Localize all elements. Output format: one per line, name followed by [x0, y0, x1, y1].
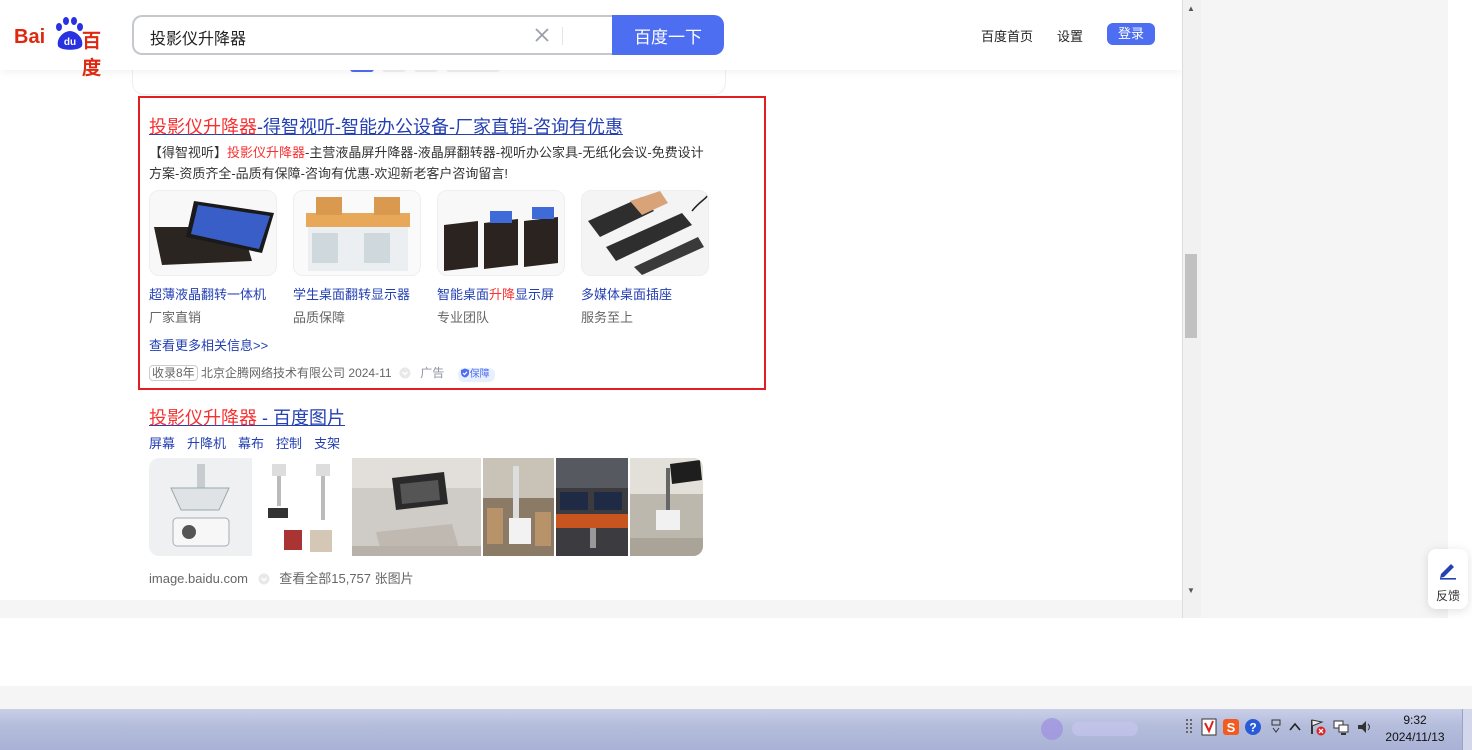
desc-keyword: 投影仪升降器 [227, 145, 306, 160]
image-tag[interactable]: 屏幕 [149, 436, 175, 451]
info-icon[interactable] [399, 367, 411, 379]
product-name-keyword: 升降 [489, 287, 516, 302]
product-sub: 服务至上 [581, 310, 634, 325]
desc-prefix: 【得智视听】 [149, 145, 228, 160]
network-icon[interactable] [1332, 718, 1350, 736]
results-viewport: Bai du 百度 百度一下 百度首页 设置 登录 投影仪升降器-得智视听-智能… [0, 0, 1182, 600]
search-box [132, 15, 612, 55]
scroll-down-icon[interactable]: ▼ [1187, 586, 1195, 595]
product-name[interactable]: 智能桌面升降显示屏 [437, 284, 565, 303]
company-name[interactable]: 北京企腾网络技术有限公司 [201, 366, 345, 380]
ad-meta-line: 收录8年 北京企腾网络技术有限公司 2024-11 广告 保障 [149, 364, 495, 382]
product-sub: 厂家直销 [149, 310, 202, 325]
nav-settings-link[interactable]: 设置 [1057, 26, 1083, 45]
image-thumb[interactable] [630, 458, 703, 556]
product-sub: 专业团队 [437, 310, 490, 325]
image-thumb[interactable] [483, 458, 554, 556]
image-tag[interactable]: 幕布 [238, 436, 264, 451]
action-center-icon[interactable] [1308, 718, 1326, 736]
taskbar-clock[interactable]: 9:32 2024/11/13 [1382, 712, 1448, 746]
title-keyword: 投影仪升降器 [149, 117, 257, 137]
title-rest: - 百度图片 [257, 408, 345, 428]
product-image[interactable] [581, 190, 709, 276]
image-source-line: image.baidu.com 查看全部15,757 张图片 [149, 568, 414, 587]
taskbar-app-blur-icon[interactable] [1040, 714, 1150, 744]
image-tag-list: 屏幕 升降机 幕布 控制 支架 [149, 433, 352, 452]
show-desktop-button[interactable] [1462, 709, 1472, 750]
image-result-title[interactable]: 投影仪升降器 - 百度图片 [149, 404, 345, 430]
product-sub: 品质保障 [293, 310, 346, 325]
product-card[interactable]: 学生桌面翻转显示器 品质保障 [293, 190, 421, 326]
title-keyword: 投影仪升降器 [149, 408, 257, 428]
search-button[interactable]: 百度一下 [612, 15, 724, 55]
ad-date: 2024-11 [348, 366, 392, 380]
guarantee-badge[interactable]: 保障 [457, 368, 495, 382]
baidu-logo[interactable]: Bai du 百度 [14, 16, 118, 79]
ad-result-title[interactable]: 投影仪升降器-得智视听-智能办公设备-厂家直销-咨询有优惠 [149, 113, 623, 139]
clock-time: 9:32 [1403, 713, 1427, 727]
image-strip [149, 458, 703, 556]
ad-label: 广告 [420, 366, 445, 380]
clear-icon[interactable] [532, 25, 552, 45]
pin-icon[interactable] [1266, 718, 1284, 736]
page-scrollbar[interactable]: ▲ ▼ [1182, 0, 1201, 618]
page-bottom-area [0, 618, 1448, 686]
product-image[interactable] [293, 190, 421, 276]
logo-du-text: du [64, 37, 76, 48]
sogou-ime-icon[interactable]: S [1222, 718, 1240, 736]
image-thumb[interactable] [149, 458, 252, 556]
feedback-button[interactable]: 反馈 [1428, 549, 1468, 609]
more-info-link[interactable]: 查看更多相关信息>> [149, 335, 268, 354]
info-icon[interactable] [258, 573, 270, 585]
product-name-post: 显示屏 [515, 287, 555, 302]
help-icon[interactable]: ? [1244, 718, 1262, 736]
login-button[interactable]: 登录 [1107, 23, 1155, 45]
image-source-domain[interactable]: image.baidu.com [149, 571, 248, 586]
image-thumb[interactable] [556, 458, 628, 556]
product-image[interactable] [149, 190, 277, 276]
scroll-thumb[interactable] [1185, 254, 1197, 338]
image-thumb[interactable] [352, 458, 481, 556]
show-hidden-icons[interactable] [1286, 718, 1304, 736]
top-header: Bai du 百度 百度一下 百度首页 设置 登录 [0, 0, 1182, 79]
scroll-up-icon[interactable]: ▲ [1187, 4, 1195, 13]
product-name[interactable]: 超薄液晶翻转一体机 [149, 284, 277, 303]
svg-text:S: S [1227, 720, 1236, 735]
product-card[interactable]: 超薄液晶翻转一体机 厂家直销 [149, 190, 277, 326]
nav-home-link[interactable]: 百度首页 [981, 26, 1033, 45]
product-name[interactable]: 学生桌面翻转显示器 [293, 284, 421, 303]
indexed-badge: 收录8年 [149, 365, 198, 381]
clock-date: 2024/11/13 [1385, 730, 1445, 744]
title-rest: -得智视听-智能办公设备-厂家直销-咨询有优惠 [257, 117, 623, 137]
product-image[interactable] [437, 190, 565, 276]
edit-icon [1440, 564, 1456, 580]
shield-check-icon [460, 368, 469, 378]
view-all-images-link[interactable]: 查看全部15,757 张图片 [279, 571, 413, 586]
logo-text-right: 百度 [82, 31, 102, 79]
notepad-icon[interactable] [1200, 718, 1218, 736]
product-name-pre: 智能桌面 [437, 287, 490, 302]
product-name[interactable]: 多媒体桌面插座 [581, 284, 709, 303]
paw-icon: du [56, 17, 83, 50]
image-thumb[interactable] [254, 458, 350, 556]
search-input[interactable] [148, 25, 512, 49]
product-card[interactable]: 多媒体桌面插座 服务至上 [581, 190, 709, 326]
ad-result-description: 【得智视听】投影仪升降器-主营液晶屏升降器-液晶屏翻转器-视听办公家具-无纸化会… [149, 142, 709, 184]
search-divider [562, 27, 563, 45]
guarantee-text: 保障 [469, 369, 490, 380]
logo-text-left: Bai [14, 26, 46, 48]
volume-icon[interactable] [1356, 718, 1374, 736]
image-tag[interactable]: 升降机 [187, 436, 226, 451]
svg-text:?: ? [1249, 721, 1256, 735]
product-card[interactable]: 智能桌面升降显示屏 专业团队 [437, 190, 565, 326]
image-tag[interactable]: 控制 [276, 436, 302, 451]
image-tag[interactable]: 支架 [314, 436, 340, 451]
feedback-label: 反馈 [1435, 589, 1460, 603]
